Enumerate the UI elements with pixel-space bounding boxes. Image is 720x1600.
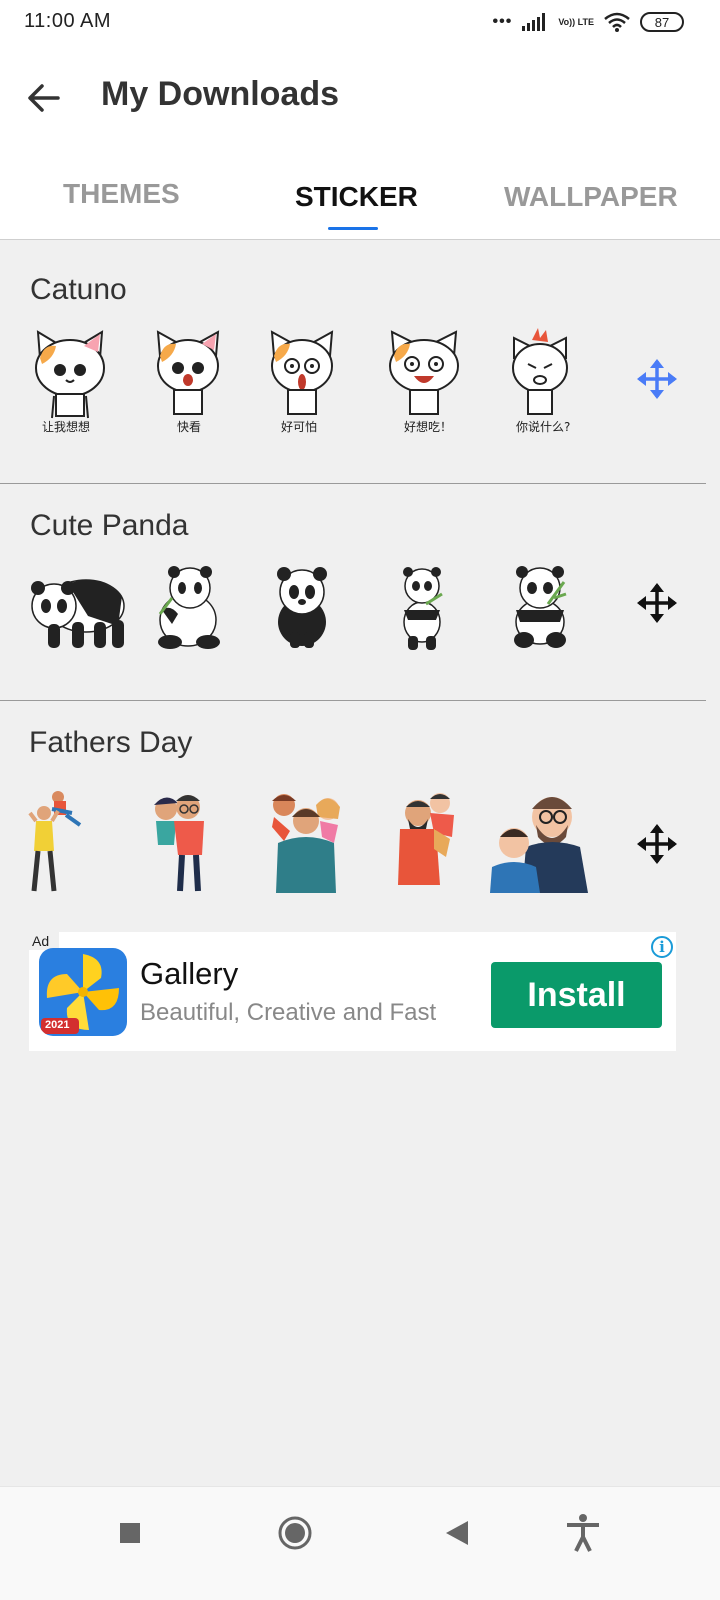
ad-tagline: Beautiful, Creative and Fast: [140, 999, 437, 1026]
wifi-icon: [604, 12, 630, 32]
square-recents-icon[interactable]: [110, 1513, 150, 1553]
panda-sticker[interactable]: [150, 564, 224, 650]
sticker-pack-cute-panda[interactable]: Cute Panda: [0, 484, 720, 701]
move-arrows-icon[interactable]: [636, 358, 678, 400]
gallery-app-icon: 2021: [39, 948, 127, 1036]
system-nav-bar: [0, 1486, 720, 1600]
sticker-pack-fathers-day[interactable]: Fathers Day: [0, 701, 720, 901]
more-dots-icon: •••: [492, 13, 513, 30]
tab-wallpaper[interactable]: WALLPAPER: [504, 181, 678, 213]
page-title: My Downloads: [101, 75, 340, 113]
arrow-left-icon[interactable]: [24, 78, 64, 118]
move-arrows-icon[interactable]: [636, 582, 678, 624]
tab-sticker[interactable]: STICKER: [295, 181, 418, 213]
top-header: 11:00 AM ••• Vo)) LTE 87 My Downloads TH…: [0, 0, 720, 240]
father-sticker[interactable]: [268, 791, 342, 893]
panda-sticker[interactable]: [272, 566, 332, 650]
signal-icon: [522, 13, 546, 31]
panda-sticker[interactable]: [28, 566, 128, 650]
status-bar: 11:00 AM ••• Vo)) LTE 87: [0, 0, 720, 48]
sticker-caption: 让我想想: [42, 420, 91, 434]
sticker-caption: 快看: [177, 420, 202, 434]
volte-icon: Vo)) LTE: [558, 17, 594, 27]
pack-title: Fathers Day: [29, 726, 193, 759]
father-sticker[interactable]: [394, 789, 458, 893]
sticker-caption: 好可怕: [281, 420, 318, 434]
sticker-caption: 你说什么?: [516, 420, 571, 434]
app-bar: My Downloads: [0, 60, 720, 132]
icon-year-badge: 2021: [45, 1019, 70, 1031]
tab-bar: THEMES STICKER WALLPAPER: [0, 165, 720, 240]
circle-home-icon[interactable]: [275, 1513, 315, 1553]
move-arrows-icon[interactable]: [636, 823, 678, 865]
install-button[interactable]: Install: [491, 962, 662, 1028]
panda-sticker[interactable]: [396, 564, 448, 650]
triangle-back-icon[interactable]: [438, 1513, 478, 1553]
status-time: 11:00 AM: [24, 10, 112, 32]
accessibility-icon[interactable]: [563, 1513, 603, 1553]
sticker-caption: 好想吃！: [404, 420, 453, 434]
pack-title: Cute Panda: [30, 509, 189, 542]
pack-title: Catuno: [30, 273, 127, 306]
battery-icon: 87: [640, 12, 684, 32]
panda-sticker[interactable]: [510, 564, 570, 650]
info-icon[interactable]: i: [651, 936, 673, 958]
status-icons: ••• Vo)) LTE 87: [493, 10, 684, 34]
sticker-pack-catuno[interactable]: Catuno 让我想想 快看 好可怕 好想吃！ 你说什么?: [0, 240, 720, 484]
father-sticker[interactable]: [28, 791, 86, 893]
tab-themes[interactable]: THEMES: [63, 178, 180, 210]
father-sticker[interactable]: [148, 791, 212, 893]
ad-app-name: Gallery: [140, 956, 239, 991]
ad-banner[interactable]: Ad 2021 Gallery Beautiful, Creative and …: [29, 932, 676, 1051]
father-sticker[interactable]: [490, 791, 590, 893]
tab-indicator: [328, 227, 378, 230]
